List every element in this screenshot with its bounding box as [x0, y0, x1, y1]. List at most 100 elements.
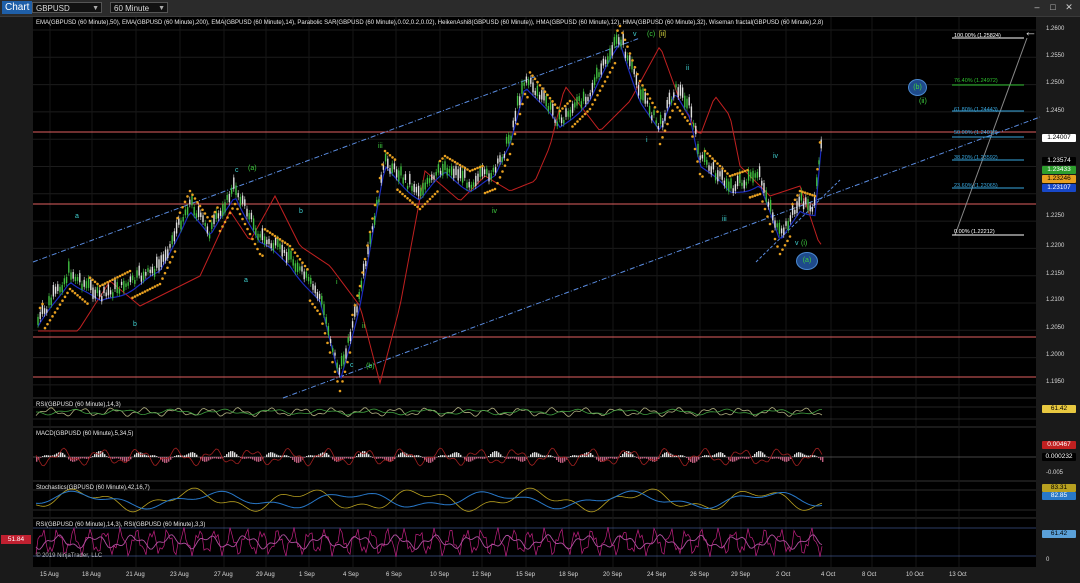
sar-dot [378, 176, 382, 180]
sar-dot [271, 233, 274, 236]
sar-dot [696, 160, 699, 163]
sar-dot [311, 302, 314, 306]
macd-bar [814, 455, 816, 457]
sar-dot [808, 193, 812, 196]
sar-dot [511, 142, 514, 146]
sar-dot [206, 215, 209, 219]
sar-dot [233, 202, 237, 206]
candle-body [602, 58, 605, 66]
macd-bar [820, 457, 822, 461]
sar-dot [113, 277, 117, 280]
sar-dot [373, 203, 377, 207]
macd-bar [798, 452, 800, 457]
candle-body [549, 102, 552, 110]
candle-body [129, 276, 132, 283]
candle-body [48, 296, 50, 306]
sar-dot [396, 188, 399, 192]
sar-dot [636, 72, 639, 76]
candle-body [228, 194, 231, 203]
candle-body [547, 106, 550, 112]
candle-body [356, 306, 358, 313]
macd-bar [456, 452, 458, 457]
macd-bar [90, 457, 92, 458]
sar-dot [656, 110, 659, 113]
sar-dot [408, 199, 412, 202]
candle-body [523, 82, 525, 86]
sar-dot [546, 93, 549, 97]
candle-body [134, 280, 136, 284]
rsi-left-tag: 51.84 [1, 535, 31, 544]
macd-bar [724, 454, 726, 457]
back-arrow-icon[interactable]: ← [1024, 24, 1037, 39]
macd-bar [348, 457, 350, 459]
candle-body [710, 166, 712, 175]
sar-dot [523, 92, 527, 96]
macd-bar [480, 457, 482, 459]
sar-dot [73, 291, 77, 295]
macd-bar [172, 457, 174, 458]
candle-body [756, 171, 759, 178]
candle-body [147, 268, 149, 272]
candle-body [472, 182, 475, 187]
candle-body [805, 197, 807, 205]
wave-label: (a) [248, 165, 257, 172]
sar-dot [431, 195, 434, 198]
candle-body [439, 170, 442, 175]
macd-bar [398, 454, 400, 457]
macd-bar [518, 457, 520, 461]
sar-dot [723, 169, 727, 173]
macd-bar [208, 457, 210, 461]
candle-body [50, 297, 52, 305]
candle-body [714, 173, 717, 181]
wave-label: ii [686, 65, 690, 72]
macd-bar [448, 455, 450, 457]
candle-body [219, 210, 222, 216]
macd-bar [410, 455, 412, 457]
candle-body [81, 283, 83, 290]
sar-dot [673, 102, 677, 106]
macd-bar [512, 457, 514, 459]
candle-body [312, 283, 314, 290]
macd-bar [488, 456, 490, 457]
candle-body [415, 186, 418, 193]
sar-dot [438, 159, 442, 163]
macd-bar [608, 457, 610, 459]
sar-dot [543, 90, 547, 94]
macd-bar [778, 457, 780, 459]
sar-dot [121, 273, 124, 277]
date-tick: 24 Sep [647, 572, 667, 578]
sar-dot [446, 156, 449, 159]
candle-body [90, 280, 92, 291]
candle-body [52, 284, 55, 297]
sar-dot [521, 102, 524, 106]
sar-dot [548, 96, 552, 100]
sar-dot [483, 191, 487, 195]
sar-dot [541, 87, 544, 90]
macd-bar [274, 453, 276, 457]
macd-bar [206, 457, 208, 462]
candle-body [257, 233, 259, 240]
sar-dot [223, 220, 227, 224]
macd-bar [640, 457, 642, 459]
macd-bar [634, 456, 636, 457]
sar-dot [286, 243, 289, 246]
candle-body [349, 331, 352, 342]
sar-dot [403, 194, 407, 198]
sar-dot [108, 279, 112, 283]
candle-body [494, 167, 497, 173]
macd-bar [108, 457, 110, 458]
candle-body [365, 260, 367, 267]
sar-dot [576, 120, 579, 123]
date-tick: 12 Sep [472, 572, 492, 578]
macd-bar [544, 455, 546, 457]
candle-body [323, 304, 325, 316]
fib-level-label: 38.20% (1.23592) [954, 155, 998, 161]
copyright-text: © 2019 NinjaTrader, LLC [36, 553, 103, 559]
candle-body [285, 252, 288, 263]
macd-bar [696, 457, 698, 462]
sar-dot [556, 106, 559, 110]
candle-body [459, 167, 462, 179]
sar-dot [283, 241, 287, 244]
macd-bar [748, 457, 750, 459]
price-tick: 1.2550 [1046, 53, 1065, 59]
